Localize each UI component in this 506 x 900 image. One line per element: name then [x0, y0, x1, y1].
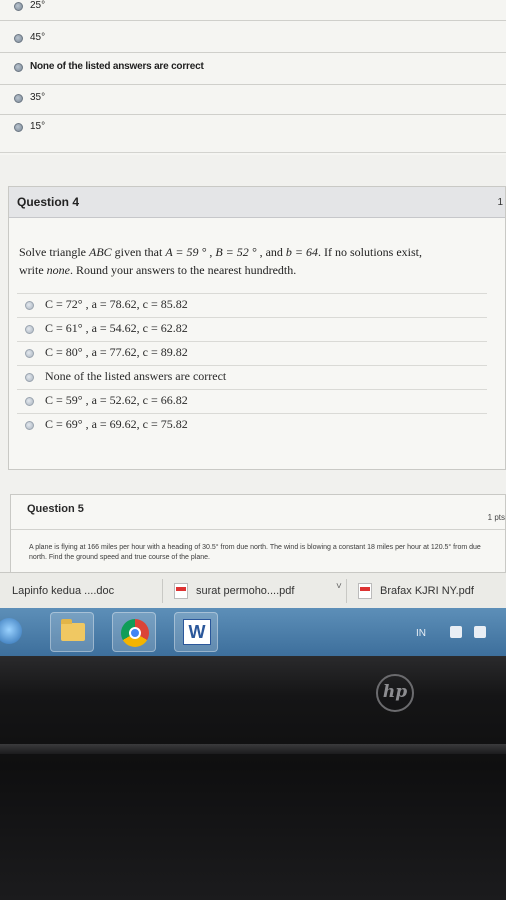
radio-button[interactable]: [25, 325, 34, 334]
section-divider: [0, 152, 506, 153]
option-label: None of the listed answers are correct: [30, 61, 204, 72]
download-item[interactable]: Lapinfo kedua ....doc: [0, 577, 160, 605]
download-item[interactable]: surat permoho....pdf ˅: [166, 577, 344, 605]
radio-button[interactable]: [25, 373, 34, 382]
radio-button[interactable]: [14, 94, 23, 103]
file-explorer-button[interactable]: [50, 612, 94, 652]
download-name: Lapinfo kedua ....doc: [12, 585, 115, 597]
option-row[interactable]: 35°: [0, 84, 506, 115]
pdf-file-icon: [174, 583, 188, 599]
laptop-bezel: [0, 656, 506, 900]
word-button[interactable]: W: [174, 612, 218, 652]
divider: [11, 529, 505, 530]
answer-label: C = 80° , a = 77.62, c = 89.82: [45, 345, 188, 359]
divider: [162, 579, 163, 603]
question-points: 1 pts: [487, 513, 505, 522]
word-icon: W: [183, 619, 211, 645]
text-part: ,: [206, 245, 216, 259]
option-row[interactable]: 25°: [0, 0, 506, 21]
radio-button[interactable]: [14, 123, 23, 132]
answer-option[interactable]: C = 80° , a = 77.62, c = 89.82: [17, 341, 487, 364]
question-points: 1: [497, 197, 503, 208]
given-angle-a: A = 59 °: [165, 245, 207, 259]
download-name: surat permoho....pdf: [196, 585, 295, 597]
given-angle-b: B = 52 °: [215, 245, 257, 259]
question-title: Question 4: [17, 195, 80, 209]
chrome-icon: [121, 619, 149, 647]
answer-option[interactable]: None of the listed answers are correct: [17, 365, 487, 388]
radio-button[interactable]: [14, 63, 23, 72]
radio-button[interactable]: [25, 349, 34, 358]
pdf-file-icon: [358, 583, 372, 599]
taskbar: W IN: [0, 608, 506, 656]
text-part: write: [19, 263, 47, 277]
answer-option[interactable]: C = 59° , a = 52.62, c = 66.82: [17, 389, 487, 412]
answer-label: C = 61° , a = 54.62, c = 62.82: [45, 321, 188, 335]
option-row[interactable]: 45°: [0, 22, 506, 53]
text-part: given that: [111, 245, 166, 259]
triangle-name: ABC: [88, 245, 112, 259]
chrome-button[interactable]: [112, 612, 156, 652]
language-indicator[interactable]: IN: [416, 628, 426, 639]
question-text: A plane is flying at 166 miles per hour …: [29, 544, 481, 561]
option-label: 35°: [30, 92, 46, 103]
folder-icon: [61, 619, 85, 641]
answer-option[interactable]: C = 61° , a = 54.62, c = 62.82: [17, 317, 487, 340]
text-part: Solve triangle: [19, 245, 89, 259]
text-part: . If no solutions exist,: [318, 245, 422, 259]
none-word: none: [46, 263, 70, 277]
volume-icon[interactable]: [474, 626, 486, 638]
option-label: 45°: [30, 32, 46, 43]
question-5-card: Question 5 1 pts A plane is flying at 16…: [10, 494, 506, 574]
radio-button[interactable]: [14, 34, 23, 43]
question-header: Question 4 1: [9, 187, 505, 218]
option-row[interactable]: None of the listed answers are correct: [0, 54, 506, 85]
hp-logo: hp: [376, 674, 414, 712]
answer-label: None of the listed answers are correct: [45, 369, 227, 383]
network-icon[interactable]: [450, 626, 462, 638]
downloads-bar: Lapinfo kedua ....doc surat permoho....p…: [0, 572, 506, 609]
question-4-card: Question 4 1 Solve triangle ABC given th…: [8, 186, 506, 470]
bezel-edge: [0, 744, 506, 754]
given-side-b: b = 64: [285, 245, 318, 259]
option-label: 25°: [30, 0, 46, 11]
question-text: Solve triangle ABC given that A = 59 ° ,…: [19, 243, 489, 279]
answer-label: C = 59° , a = 52.62, c = 66.82: [45, 393, 188, 407]
radio-button[interactable]: [25, 421, 34, 430]
divider: [346, 579, 347, 603]
option-row[interactable]: 15°: [0, 114, 506, 144]
start-button[interactable]: [0, 618, 22, 644]
question-title: Question 5: [27, 503, 84, 515]
previous-question-options: 25° 45° None of the listed answers are c…: [0, 0, 506, 155]
radio-button[interactable]: [25, 301, 34, 310]
answer-label: C = 72° , a = 78.62, c = 85.82: [45, 297, 188, 311]
radio-button[interactable]: [14, 2, 23, 11]
answer-option[interactable]: C = 72° , a = 78.62, c = 85.82: [17, 293, 487, 316]
option-label: 15°: [30, 121, 46, 132]
answer-option[interactable]: C = 69° , a = 69.62, c = 75.82: [17, 413, 487, 436]
chevron-down-icon[interactable]: ˅: [336, 581, 342, 592]
radio-button[interactable]: [25, 397, 34, 406]
screen: 25° 45° None of the listed answers are c…: [0, 0, 506, 660]
answer-label: C = 69° , a = 69.62, c = 75.82: [45, 417, 188, 431]
download-name: Brafax KJRI NY.pdf: [380, 585, 474, 597]
download-item[interactable]: Brafax KJRI NY.pdf: [350, 577, 506, 605]
text-part: . Round your answers to the nearest hund…: [69, 263, 297, 277]
text-part: , and: [256, 245, 286, 259]
